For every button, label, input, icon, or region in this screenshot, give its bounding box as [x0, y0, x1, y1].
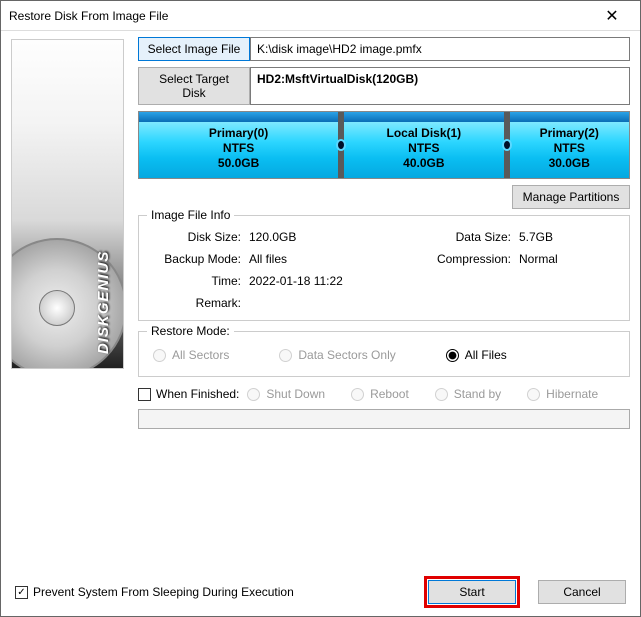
window-title: Restore Disk From Image File [9, 9, 592, 23]
value-disk-size: 120.0GB [249, 230, 419, 244]
close-icon[interactable]: ✕ [592, 1, 632, 30]
cancel-button[interactable]: Cancel [538, 580, 626, 604]
brand-text: DISKGENIUS [95, 251, 112, 354]
value-remark [249, 296, 419, 310]
radio-all-files[interactable]: All Files [446, 348, 507, 362]
label-compression: Compression: [419, 252, 519, 266]
image-info-legend: Image File Info [147, 208, 234, 222]
radio-data-sectors: Data Sectors Only [279, 348, 395, 362]
target-disk-field[interactable]: HD2:MsftVirtualDisk(120GB) [250, 67, 630, 105]
image-info-group: Image File Info Disk Size: 120.0GB Data … [138, 215, 630, 321]
value-data-size: 5.7GB [519, 230, 619, 244]
select-target-button[interactable]: Select Target Disk [138, 67, 250, 105]
radio-reboot: Reboot [351, 387, 409, 401]
partition-map: Primary(0)NTFS50.0GBLocal Disk(1)NTFS40.… [138, 111, 630, 179]
start-button[interactable]: Start [428, 580, 516, 604]
label-time: Time: [149, 274, 249, 288]
when-finished-checkbox[interactable]: When Finished: [138, 387, 239, 401]
partition-block[interactable]: Primary(0)NTFS50.0GB [139, 112, 338, 178]
radio-standby: Stand by [435, 387, 501, 401]
radio-all-sectors: All Sectors [153, 348, 229, 362]
product-illustration: DISKGENIUS [11, 39, 124, 369]
value-backup-mode: All files [249, 252, 419, 266]
image-path-field[interactable]: K:\disk image\HD2 image.pmfx [250, 37, 630, 61]
manage-partitions-button[interactable]: Manage Partitions [512, 185, 630, 209]
radio-hibernate: Hibernate [527, 387, 598, 401]
checkmark-icon: ✓ [15, 586, 28, 599]
prevent-sleep-checkbox[interactable]: ✓ Prevent System From Sleeping During Ex… [15, 585, 294, 599]
value-compression: Normal [519, 252, 619, 266]
restore-mode-group: Restore Mode: All Sectors Data Sectors O… [138, 331, 630, 377]
restore-mode-legend: Restore Mode: [147, 324, 234, 338]
progress-bar [138, 409, 630, 429]
value-time: 2022-01-18 11:22 [249, 274, 419, 288]
partition-block[interactable]: Primary(2)NTFS30.0GB [510, 112, 630, 178]
label-backup-mode: Backup Mode: [149, 252, 249, 266]
radio-shutdown: Shut Down [247, 387, 325, 401]
label-data-size: Data Size: [419, 230, 519, 244]
label-disk-size: Disk Size: [149, 230, 249, 244]
label-remark: Remark: [149, 296, 249, 310]
select-image-button[interactable]: Select Image File [138, 37, 250, 61]
partition-block[interactable]: Local Disk(1)NTFS40.0GB [344, 112, 503, 178]
